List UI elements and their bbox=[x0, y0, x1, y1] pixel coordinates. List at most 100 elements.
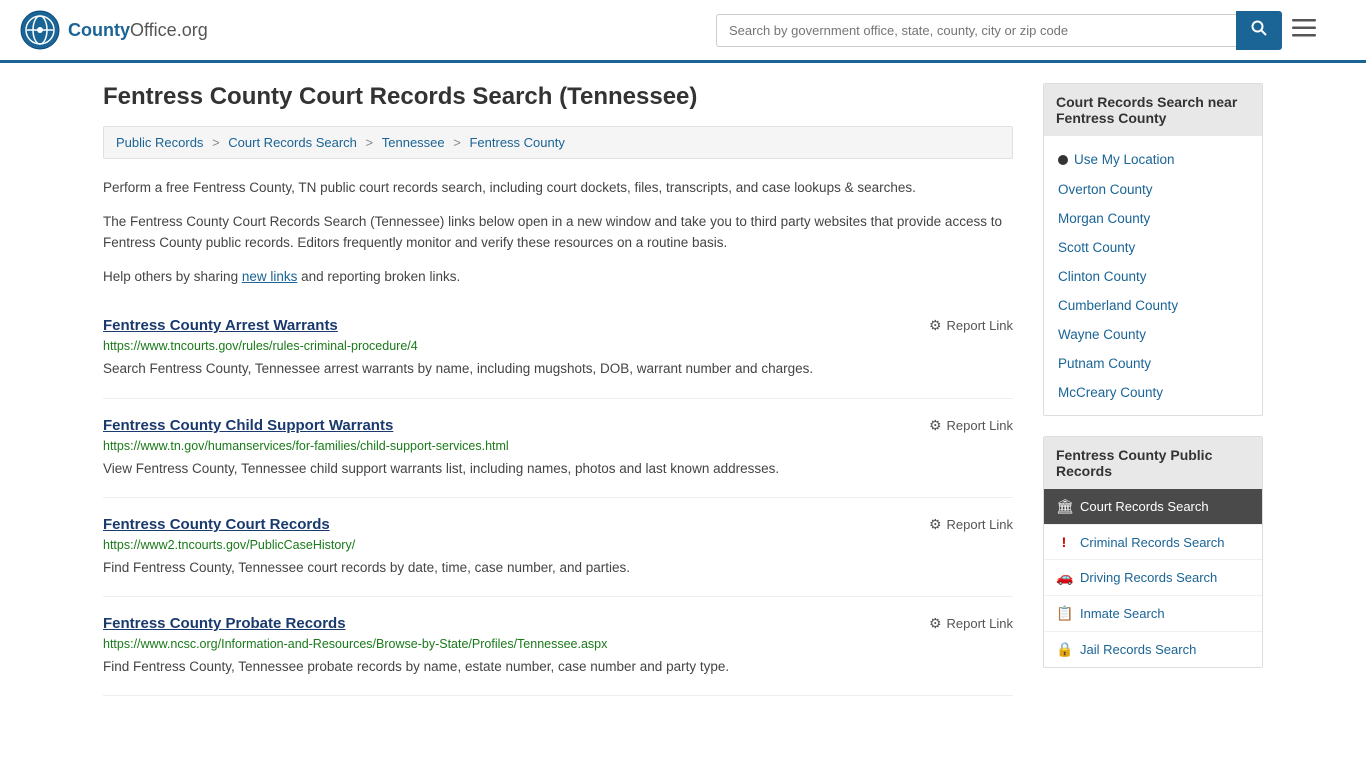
result-url-0[interactable]: https://www.tncourts.gov/rules/rules-cri… bbox=[103, 339, 1013, 353]
use-location-label: Use My Location bbox=[1074, 152, 1175, 167]
public-records-title: Fentress County Public Records bbox=[1044, 437, 1262, 489]
results-list: Fentress County Arrest Warrants ⚙ Report… bbox=[103, 299, 1013, 696]
result-desc-0: Search Fentress County, Tennessee arrest… bbox=[103, 359, 1013, 379]
public-records-section: Fentress County Public Records 🏛 Court Re… bbox=[1043, 436, 1263, 668]
use-location-item[interactable]: Use My Location bbox=[1044, 144, 1262, 175]
logo-county: County bbox=[68, 20, 130, 40]
jail-icon: 🔒 bbox=[1056, 641, 1073, 657]
result-title-1[interactable]: Fentress County Child Support Warrants bbox=[103, 417, 393, 434]
result-title-2[interactable]: Fentress County Court Records bbox=[103, 516, 330, 533]
public-records-link-1[interactable]: Criminal Records Search bbox=[1080, 535, 1225, 550]
public-records-item-2[interactable]: 🚗 Driving Records Search bbox=[1044, 560, 1262, 596]
search-area bbox=[716, 11, 1316, 50]
report-link-label-1: Report Link bbox=[947, 418, 1013, 433]
nearby-items: Use My Location Overton County Morgan Cou… bbox=[1044, 136, 1262, 415]
content-area: Fentress County Court Records Search (Te… bbox=[103, 83, 1013, 696]
report-link-label-2: Report Link bbox=[947, 517, 1013, 532]
criminal-icon: ! bbox=[1062, 534, 1067, 550]
description-area: Perform a free Fentress County, TN publi… bbox=[103, 177, 1013, 287]
nearby-county-link-2[interactable]: Scott County bbox=[1058, 240, 1135, 255]
public-records-link-0[interactable]: Court Records Search bbox=[1080, 499, 1209, 514]
report-link-3[interactable]: ⚙ Report Link bbox=[929, 615, 1013, 632]
nearby-county-1[interactable]: Morgan County bbox=[1044, 204, 1262, 233]
result-title-0[interactable]: Fentress County Arrest Warrants bbox=[103, 317, 338, 334]
result-desc-2: Find Fentress County, Tennessee court re… bbox=[103, 558, 1013, 578]
nearby-county-0[interactable]: Overton County bbox=[1044, 175, 1262, 204]
breadcrumb: Public Records > Court Records Search > … bbox=[103, 126, 1013, 159]
breadcrumb-separator-2: > bbox=[366, 135, 377, 150]
description-2: The Fentress County Court Records Search… bbox=[103, 211, 1013, 254]
public-records-items: 🏛 Court Records Search! Criminal Records S… bbox=[1044, 489, 1262, 667]
page-title: Fentress County Court Records Search (Te… bbox=[103, 83, 1013, 111]
report-link-icon-1: ⚙ bbox=[929, 417, 942, 434]
search-button[interactable] bbox=[1236, 11, 1282, 50]
court-icon: 🏛 bbox=[1056, 498, 1074, 514]
nearby-county-link-1[interactable]: Morgan County bbox=[1058, 211, 1150, 226]
breadcrumb-separator-1: > bbox=[212, 135, 223, 150]
report-link-icon-3: ⚙ bbox=[929, 615, 942, 632]
result-header-1: Fentress County Child Support Warrants ⚙… bbox=[103, 417, 1013, 434]
result-url-3[interactable]: https://www.ncsc.org/Information-and-Res… bbox=[103, 637, 1013, 651]
result-desc-3: Find Fentress County, Tennessee probate … bbox=[103, 657, 1013, 677]
result-header-3: Fentress County Probate Records ⚙ Report… bbox=[103, 615, 1013, 632]
result-url-2[interactable]: https://www2.tncourts.gov/PublicCaseHist… bbox=[103, 538, 1013, 552]
public-records-item-4[interactable]: 🔒 Jail Records Search bbox=[1044, 632, 1262, 667]
nearby-title: Court Records Search near Fentress Count… bbox=[1044, 84, 1262, 136]
nearby-county-link-5[interactable]: Wayne County bbox=[1058, 327, 1146, 342]
nearby-county-4[interactable]: Cumberland County bbox=[1044, 291, 1262, 320]
result-item-1: Fentress County Child Support Warrants ⚙… bbox=[103, 399, 1013, 498]
search-input[interactable] bbox=[716, 14, 1236, 47]
report-link-icon-0: ⚙ bbox=[929, 317, 942, 334]
header: CountyOffice.org bbox=[0, 0, 1366, 63]
nearby-county-link-0[interactable]: Overton County bbox=[1058, 182, 1153, 197]
logo-office: Office.org bbox=[130, 20, 208, 40]
public-records-item-1[interactable]: ! Criminal Records Search bbox=[1044, 525, 1262, 560]
driving-icon: 🚗 bbox=[1056, 569, 1073, 585]
nearby-county-2[interactable]: Scott County bbox=[1044, 233, 1262, 262]
result-header-0: Fentress County Arrest Warrants ⚙ Report… bbox=[103, 317, 1013, 334]
description-3-post: and reporting broken links. bbox=[297, 269, 460, 284]
nearby-county-link-7[interactable]: McCreary County bbox=[1058, 385, 1163, 400]
report-link-1[interactable]: ⚙ Report Link bbox=[929, 417, 1013, 434]
sidebar: Court Records Search near Fentress Count… bbox=[1043, 83, 1263, 696]
result-item-0: Fentress County Arrest Warrants ⚙ Report… bbox=[103, 299, 1013, 398]
public-records-link-4[interactable]: Jail Records Search bbox=[1080, 642, 1196, 657]
result-item-3: Fentress County Probate Records ⚙ Report… bbox=[103, 597, 1013, 696]
result-desc-1: View Fentress County, Tennessee child su… bbox=[103, 459, 1013, 479]
nearby-county-5[interactable]: Wayne County bbox=[1044, 320, 1262, 349]
logo-icon bbox=[20, 10, 60, 50]
hamburger-menu-icon[interactable] bbox=[1292, 17, 1316, 43]
description-3: Help others by sharing new links and rep… bbox=[103, 266, 1013, 288]
public-records-item-3[interactable]: 📋 Inmate Search bbox=[1044, 596, 1262, 632]
report-link-2[interactable]: ⚙ Report Link bbox=[929, 516, 1013, 533]
result-url-1[interactable]: https://www.tn.gov/humanservices/for-fam… bbox=[103, 439, 1013, 453]
nearby-county-7[interactable]: McCreary County bbox=[1044, 378, 1262, 407]
nearby-county-link-6[interactable]: Putnam County bbox=[1058, 356, 1151, 371]
public-records-link-3[interactable]: Inmate Search bbox=[1080, 606, 1165, 621]
description-1: Perform a free Fentress County, TN publi… bbox=[103, 177, 1013, 199]
report-link-icon-2: ⚙ bbox=[929, 516, 942, 533]
report-link-0[interactable]: ⚙ Report Link bbox=[929, 317, 1013, 334]
result-header-2: Fentress County Court Records ⚙ Report L… bbox=[103, 516, 1013, 533]
description-3-pre: Help others by sharing bbox=[103, 269, 242, 284]
logo-area: CountyOffice.org bbox=[20, 10, 208, 50]
public-records-link-2[interactable]: Driving Records Search bbox=[1080, 570, 1217, 585]
report-link-label-3: Report Link bbox=[947, 616, 1013, 631]
nearby-county-3[interactable]: Clinton County bbox=[1044, 262, 1262, 291]
nearby-section: Court Records Search near Fentress Count… bbox=[1043, 83, 1263, 416]
nearby-county-link-3[interactable]: Clinton County bbox=[1058, 269, 1147, 284]
nearby-county-6[interactable]: Putnam County bbox=[1044, 349, 1262, 378]
breadcrumb-public-records[interactable]: Public Records bbox=[116, 135, 203, 150]
location-dot-icon bbox=[1058, 155, 1068, 165]
search-icon bbox=[1251, 20, 1267, 36]
nearby-county-link-4[interactable]: Cumberland County bbox=[1058, 298, 1178, 313]
breadcrumb-court-records[interactable]: Court Records Search bbox=[228, 135, 357, 150]
public-records-item-0[interactable]: 🏛 Court Records Search bbox=[1044, 489, 1262, 525]
inmate-icon: 📋 bbox=[1056, 605, 1073, 621]
result-title-3[interactable]: Fentress County Probate Records bbox=[103, 615, 346, 632]
logo-text-area: CountyOffice.org bbox=[68, 20, 208, 41]
breadcrumb-fentress[interactable]: Fentress County bbox=[469, 135, 564, 150]
result-item-2: Fentress County Court Records ⚙ Report L… bbox=[103, 498, 1013, 597]
new-links-link[interactable]: new links bbox=[242, 269, 298, 284]
breadcrumb-tennessee[interactable]: Tennessee bbox=[382, 135, 445, 150]
